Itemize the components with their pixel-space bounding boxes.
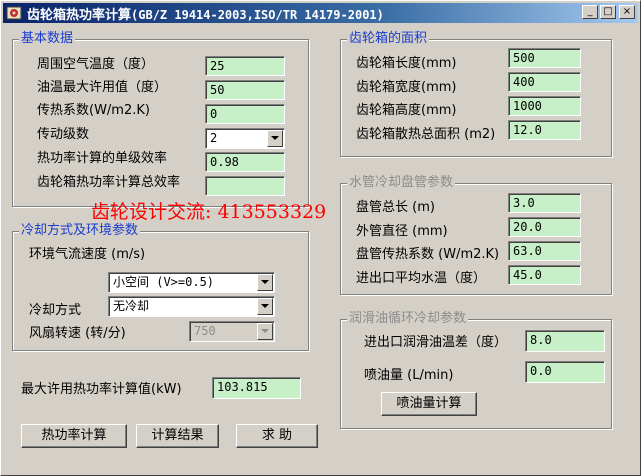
spray-volume-field[interactable]: 0.0 [525,361,605,383]
max-power-field[interactable]: 103.815 [212,377,301,399]
fan-speed-select-value: 750 [194,324,216,338]
minimize-icon: _ [587,6,593,17]
close-button[interactable]: × [619,5,635,19]
results-button[interactable]: 计算结果 [136,424,219,448]
max-oil-temp-field[interactable]: 50 [205,80,285,100]
water-coil-group-label: 水管冷却盘管参数 [347,175,456,191]
chevron-down-icon[interactable] [257,274,273,291]
coil-length-field[interactable]: 3.0 [508,193,581,213]
ambient-temp-field[interactable]: 25 [205,56,285,76]
height-label: 齿轮箱高度(mm) [356,103,457,118]
cooling-group-label: 冷却方式及环境参数 [19,223,141,239]
oil-temp-diff-label: 进出口润滑油温差（度） [364,335,508,350]
cooling-method-select[interactable]: 无冷却 [108,296,275,317]
heat-coef-label: 传热系数(W/m2.K) [37,103,150,118]
cooling-method-select-value: 无冷却 [113,299,150,313]
length-field[interactable]: 500 [508,48,581,68]
airflow-select-value: 小空间 (V>=0.5) [113,275,215,289]
area-group-label: 齿轮箱的面积 [347,31,430,47]
airflow-select[interactable]: 小空间 (V>=0.5) [108,272,275,293]
fan-speed-select[interactable]: 750 [189,321,275,342]
chevron-down-icon[interactable] [257,323,273,340]
total-area-field[interactable]: 12.0 [508,120,581,140]
coil-heat-field[interactable]: 63.0 [508,241,581,261]
stages-label: 传动级数 [37,127,90,142]
watermark-text: 齿轮设计交流: 413553329 [91,201,327,223]
maximize-button[interactable]: □ [600,5,616,19]
stages-select-value: 2 [210,131,218,145]
airflow-label: 环境气流速度 (m/s) [29,247,146,262]
basic-data-group-label: 基本数据 [19,31,76,47]
stage-eff-label: 热功率计算的单级效率 [37,151,168,166]
ambient-temp-label: 周围空气温度（度） [37,57,155,72]
spray-volume-label: 喷油量 (L/min) [364,368,454,383]
max-oil-temp-label: 油温最大许用值（度） [37,80,168,95]
maximize-icon: □ [603,6,613,17]
width-label: 齿轮箱宽度(mm) [356,80,457,95]
chevron-down-icon[interactable] [257,298,273,315]
heat-coef-field[interactable]: 0 [205,104,285,124]
water-temp-label: 进出口平均水温（度） [356,271,487,286]
main-window: 齿轮箱热功率计算(GB/Z 19414-2003,ISO/TR 14179-20… [0,0,641,476]
oil-calc-button[interactable]: 喷油量计算 [381,392,477,416]
calc-button[interactable]: 热功率计算 [21,424,127,448]
minimize-button[interactable]: _ [582,5,598,19]
total-eff-label: 齿轮箱热功率计算总效率 [37,175,181,190]
stage-eff-field[interactable]: 0.98 [205,152,285,172]
close-icon: × [622,6,632,17]
width-field[interactable]: 400 [508,72,581,92]
height-field[interactable]: 1000 [508,96,581,116]
total-area-label: 齿轮箱散热总面积 (m2) [356,127,496,142]
stages-select[interactable]: 2 [205,128,285,149]
chevron-down-icon[interactable] [267,130,283,147]
outer-dia-field[interactable]: 20.0 [508,217,581,237]
outer-dia-label: 外管直径 (mm) [356,224,448,239]
oil-temp-diff-field[interactable]: 8.0 [525,330,605,352]
cooling-method-label: 冷却方式 [29,303,82,318]
title-bar: 齿轮箱热功率计算(GB/Z 19414-2003,ISO/TR 14179-20… [3,3,638,23]
coil-heat-label: 盘管传热系数 (W/m2.K) [356,247,500,262]
water-temp-field[interactable]: 45.0 [508,265,581,285]
fan-speed-label: 风扇转速 (转/分) [29,326,126,341]
oil-cooling-group-label: 润滑油循环冷却参数 [347,311,469,327]
help-button[interactable]: 求 助 [236,424,318,448]
total-eff-field[interactable] [205,176,285,196]
length-label: 齿轮箱长度(mm) [356,56,457,71]
coil-length-label: 盘管总长 (m) [356,200,435,215]
max-power-label: 最大许用热功率计算值(kW) [21,382,182,397]
app-icon[interactable] [6,5,22,21]
window-title-std: (GB/Z 19414-2003,ISO/TR 14179-2001) [131,7,384,22]
window-title-cn: 齿轮箱热功率计算 [27,7,132,23]
window-title: 齿轮箱热功率计算(GB/Z 19414-2003,ISO/TR 14179-20… [27,4,384,23]
